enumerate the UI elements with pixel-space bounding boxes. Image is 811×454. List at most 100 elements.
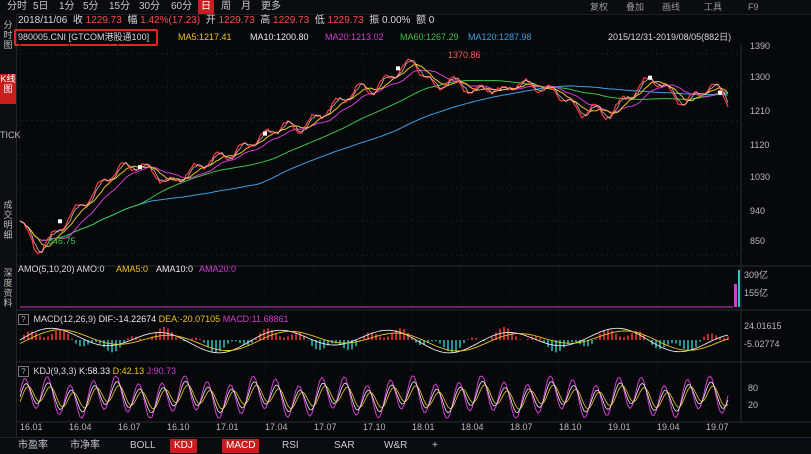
period-7[interactable]: 日 (198, 0, 214, 14)
amo-bar (738, 270, 740, 307)
ma60-line (19, 79, 728, 242)
indicator-tab-2[interactable]: BOLL (126, 439, 160, 453)
price-line (19, 58, 729, 255)
ma10-line (19, 63, 729, 248)
tab-trade-detail[interactable]: 成交明细 (0, 200, 16, 250)
event-marker (263, 131, 267, 136)
ma20-line (19, 69, 729, 242)
tab-timeshare-label: 分时图 (3, 20, 13, 50)
ma5-value: MA5:1217.41 (178, 32, 232, 42)
amo-bar (734, 284, 737, 307)
close-label: 收 (72, 15, 83, 26)
help-icon[interactable]: ? (18, 366, 29, 377)
amo-title: AMO(5,10,20) AMO:0 (18, 264, 105, 274)
period-4[interactable]: 15分 (106, 0, 133, 14)
macd-dif: DIF:-14.22674 (98, 314, 157, 324)
date-range[interactable]: 2015/12/31-2019/08/05(882日) (608, 30, 731, 44)
macd-dea: DEA:-20.07105 (158, 314, 221, 324)
high-value: 1229.73 (273, 15, 310, 26)
date-tick: 17.07 (314, 422, 337, 432)
indicator-tab-7[interactable]: W&R (380, 439, 411, 453)
macd-axis-bottom: -5.02774 (744, 339, 780, 349)
amo-axis-mid: 155亿 (744, 288, 769, 298)
kline-chart[interactable] (16, 44, 811, 437)
price-tick: 1120 (750, 140, 770, 150)
toolbar-4[interactable]: F9 (748, 0, 759, 14)
tab-depth-data[interactable]: 深度资料 (0, 268, 16, 318)
date-tick: 17.04 (265, 422, 288, 432)
period-3[interactable]: 5分 (80, 0, 102, 14)
indicator-tab-8[interactable]: + (428, 439, 442, 453)
macd-legend: ? MACD(12,26,9) DIF:-14.22674 DEA:-20.07… (18, 314, 289, 325)
kdj-j-line (19, 375, 729, 419)
kdj-d: D:42.13 (112, 366, 145, 376)
period-2[interactable]: 1分 (56, 0, 78, 14)
help-icon[interactable]: ? (18, 314, 29, 325)
toolbar-3[interactable]: 工具 (704, 0, 722, 14)
amplitude-value: 0.00% (382, 15, 411, 26)
amo-axis-top: 309亿 (744, 270, 769, 280)
indicator-tab-5[interactable]: RSI (278, 439, 303, 453)
indicator-tab-6[interactable]: SAR (330, 439, 359, 453)
kdj-axis-top: 80 (748, 383, 759, 393)
date-tick: 16.04 (69, 422, 92, 432)
period-8[interactable]: 周 (218, 0, 234, 14)
indicator-tab-1[interactable]: 市净率 (66, 439, 104, 453)
tab-tick[interactable]: TICK (0, 130, 21, 186)
indicator-tab-4[interactable]: MACD (222, 439, 260, 453)
macd-value: MACD:11.68861 (222, 314, 289, 324)
period-5[interactable]: 30分 (136, 0, 163, 14)
indicator-tab-3[interactable]: KDJ (170, 439, 197, 453)
change-label: 幅 (127, 15, 138, 26)
kdj-legend: ? KDJ(9,3,3) K:58.33 D:42.13 J:90.73 (18, 366, 176, 377)
period-1[interactable]: 5日 (30, 0, 52, 14)
toolbar-0[interactable]: 复权 (590, 0, 608, 14)
period-6[interactable]: 60分 (168, 0, 195, 14)
ma60-value: MA60:1267.29 (400, 32, 459, 42)
date-tick: 17.10 (363, 422, 386, 432)
amount-label: 额 (415, 15, 426, 26)
price-tick: 1210 (750, 106, 771, 116)
macd-title: MACD(12,26,9) (33, 314, 97, 324)
change-value: 1.42%(17.23) (140, 15, 201, 26)
price-tick: 1390 (750, 41, 771, 51)
date-tick: 18.07 (510, 422, 533, 432)
low-annotation: 846.75 (48, 236, 76, 246)
date-tick: 18.10 (559, 422, 582, 432)
tab-depth-data-label: 深度资料 (3, 268, 13, 308)
tab-trade-detail-label: 成交明细 (3, 200, 13, 240)
event-marker (718, 90, 722, 95)
price-tick: 850 (750, 236, 766, 246)
price-tick: 1300 (750, 72, 771, 82)
kdj-title: KDJ(9,3,3) (33, 366, 77, 376)
date-tick: 16.01 (20, 422, 43, 432)
period-9[interactable]: 月 (238, 0, 254, 14)
open-value: 1229.73 (218, 15, 255, 26)
date-tick: 19.04 (657, 422, 680, 432)
date-tick: 19.01 (608, 422, 631, 432)
event-marker (396, 66, 400, 71)
date-tick: 19.07 (706, 422, 729, 432)
kdj-axis-bottom: 20 (748, 400, 759, 410)
toolbar-1[interactable]: 叠加 (626, 0, 644, 14)
tab-kline[interactable]: K线图 (0, 74, 16, 104)
amplitude-label: 振 (369, 15, 380, 26)
indicator-tab-0[interactable]: 市盈率 (14, 439, 52, 453)
price-tick: 1030 (750, 172, 771, 182)
event-marker (138, 165, 142, 170)
period-0[interactable]: 分时 (4, 0, 30, 14)
left-tab-strip: 分时图 K线图 TICK 成交明细 深度资料 (0, 14, 21, 453)
period-10[interactable]: 更多 (258, 0, 284, 14)
macd-dif-line (19, 327, 729, 354)
tab-kline-label: K线图 (0, 74, 16, 94)
ma120-value: MA120:1287.98 (468, 32, 532, 42)
amo-ama20: AMA20:0 (199, 264, 237, 274)
close-value: 1229.73 (85, 15, 122, 26)
ma10-value: MA10:1200.80 (250, 32, 309, 42)
amount-value: 0 (428, 15, 435, 26)
toolbar-2[interactable]: 画线 (662, 0, 680, 14)
period-toolbar: 分时 5日 1分 5分 15分 30分 60分日周月更多 复权 叠加 画线 工具 F9 (0, 0, 811, 15)
ma20-value: MA20:1213.02 (325, 32, 384, 42)
open-label: 开 (205, 15, 216, 26)
date-tick: 18.04 (461, 422, 484, 432)
